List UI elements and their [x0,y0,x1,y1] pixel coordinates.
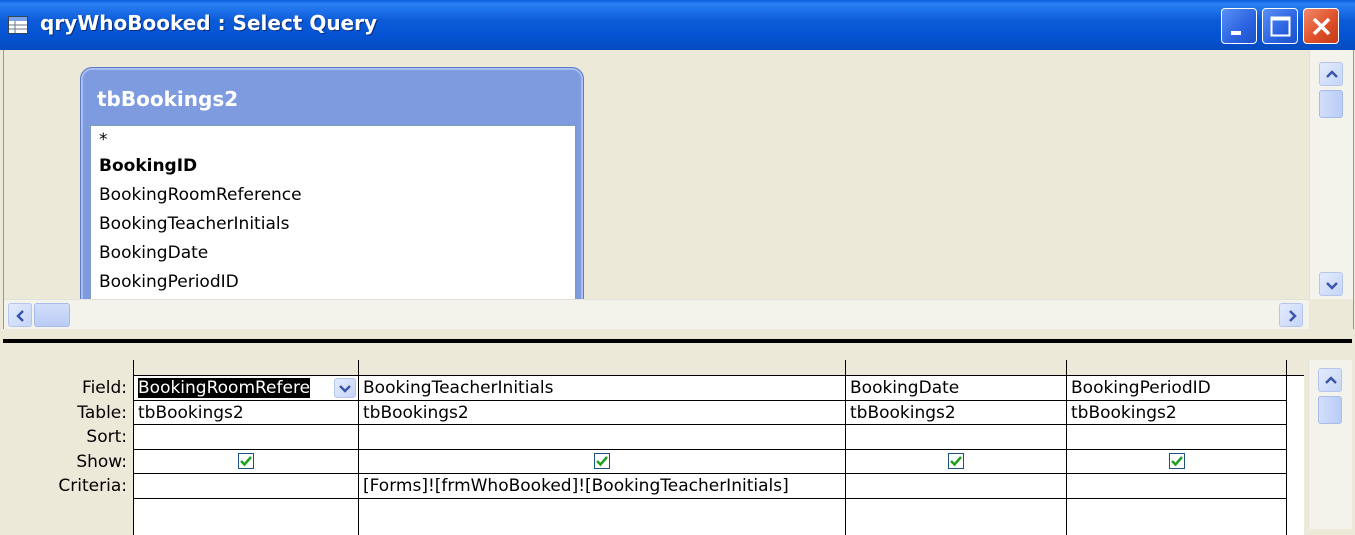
title-bar[interactable]: qryWhoBooked : Select Query [0,0,1355,50]
scroll-down-button[interactable] [1319,272,1343,296]
show-checkbox[interactable] [594,452,610,469]
scroll-right-button[interactable] [1279,303,1303,327]
criteria-cell[interactable] [134,474,358,499]
minimize-button[interactable] [1221,8,1257,44]
field-list-box[interactable]: * BookingID BookingRoomReference Booking… [90,125,576,310]
field-cell[interactable]: BookingRoomRefere [134,376,358,401]
chevron-right-icon [1289,310,1297,322]
sort-cell[interactable] [134,425,358,450]
minimize-icon [1231,31,1241,35]
pane-splitter[interactable] [3,329,1352,349]
row-label-show: Show: [76,451,127,472]
column-selector[interactable] [846,360,1066,376]
sort-cell[interactable] [1067,425,1286,450]
checkmark-icon [596,455,608,466]
row-label-sort: Sort: [86,427,127,447]
column-selector[interactable] [1067,360,1286,376]
show-checkbox[interactable] [238,452,254,469]
show-cell[interactable] [846,450,1066,474]
row-labels: Field: Table: Sort: Show: Criteria: [3,376,131,499]
window-title: qryWhoBooked : Select Query [40,11,378,35]
field-value: BookingRoomRefere [138,378,311,398]
field-list-item[interactable]: * [91,126,575,152]
query-icon [8,16,28,34]
maximize-icon [1270,16,1291,37]
chevron-left-icon [16,310,24,322]
scroll-left-button[interactable] [8,303,32,327]
show-cell[interactable] [1067,450,1286,474]
table-cell[interactable]: tbBookings2 [846,401,1066,425]
close-icon [1312,17,1331,36]
scroll-up-button[interactable] [1318,368,1342,392]
checkmark-icon [1170,455,1183,466]
field-cell[interactable]: BookingPeriodID [1067,376,1286,401]
grid-column[interactable]: BookingRoomRefere tbBookings2 [134,360,359,535]
chevron-up-icon [1326,70,1338,78]
field-list-window[interactable]: tbBookings2 * BookingID BookingRoomRefer… [80,67,584,310]
field-cell[interactable]: BookingDate [846,376,1066,401]
field-cell[interactable]: BookingTeacherInitials [359,376,845,401]
grid-column[interactable]: BookingPeriodID tbBookings2 [1067,360,1287,535]
checkmark-icon [950,455,962,466]
show-checkbox[interactable] [948,452,964,469]
table-design-pane[interactable]: tbBookings2 * BookingID BookingRoomRefer… [3,50,1354,330]
field-list-item[interactable]: BookingRoomReference [91,181,575,210]
field-list-item[interactable]: BookingTeacherInitials [91,210,575,239]
scroll-up-button[interactable] [1319,62,1343,86]
design-vertical-scrollbar[interactable] [1309,50,1353,299]
criteria-cell[interactable]: [Forms]![frmWhoBooked]![BookingTeacherIn… [359,474,845,499]
sort-cell[interactable] [359,425,845,450]
query-grid-pane[interactable]: Field: Table: Sort: Show: Criteria: Book… [3,349,1352,535]
show-checkbox[interactable] [1168,452,1185,469]
row-label-criteria: Criteria: [58,476,127,496]
field-dropdown-button[interactable] [334,378,356,398]
maximize-button[interactable] [1262,8,1298,44]
query-design-grid[interactable]: BookingRoomRefere tbBookings2 BookingTea… [133,360,1304,535]
field-list-item[interactable]: BookingDate [91,239,575,268]
table-cell[interactable]: tbBookings2 [359,401,845,425]
grid-column-partial[interactable] [1287,360,1304,535]
grid-vertical-scrollbar[interactable] [1308,360,1352,529]
field-list-title: tbBookings2 [97,87,239,111]
chevron-down-icon [339,385,351,393]
scroll-thumb[interactable] [1318,396,1342,424]
field-list-item[interactable]: BookingID [91,152,575,181]
sort-cell[interactable] [846,425,1066,450]
row-label-table: Table: [77,402,127,423]
design-horizontal-scrollbar[interactable] [4,299,1309,330]
show-cell[interactable] [359,450,845,474]
field-list-item[interactable]: BookingPeriodID [91,268,575,297]
chevron-down-icon [1326,282,1338,290]
table-cell[interactable]: tbBookings2 [1067,401,1286,425]
column-selector[interactable] [1287,360,1304,376]
column-selector[interactable] [359,360,845,376]
grid-column[interactable]: BookingTeacherInitials tbBookings2 [Form… [359,360,846,535]
checkmark-icon [240,455,252,466]
splitter-bar [3,339,1352,343]
criteria-cell[interactable] [1067,474,1286,499]
show-cell[interactable] [134,450,358,474]
table-cell[interactable]: tbBookings2 [134,401,358,425]
close-button[interactable] [1303,8,1339,44]
chevron-up-icon [1325,376,1337,384]
scroll-thumb[interactable] [1319,90,1343,118]
grid-column[interactable]: BookingDate tbBookings2 [846,360,1067,535]
column-selector[interactable] [134,360,358,376]
row-label-field: Field: [82,378,127,398]
scroll-thumb[interactable] [34,303,70,327]
criteria-cell[interactable] [846,474,1066,499]
